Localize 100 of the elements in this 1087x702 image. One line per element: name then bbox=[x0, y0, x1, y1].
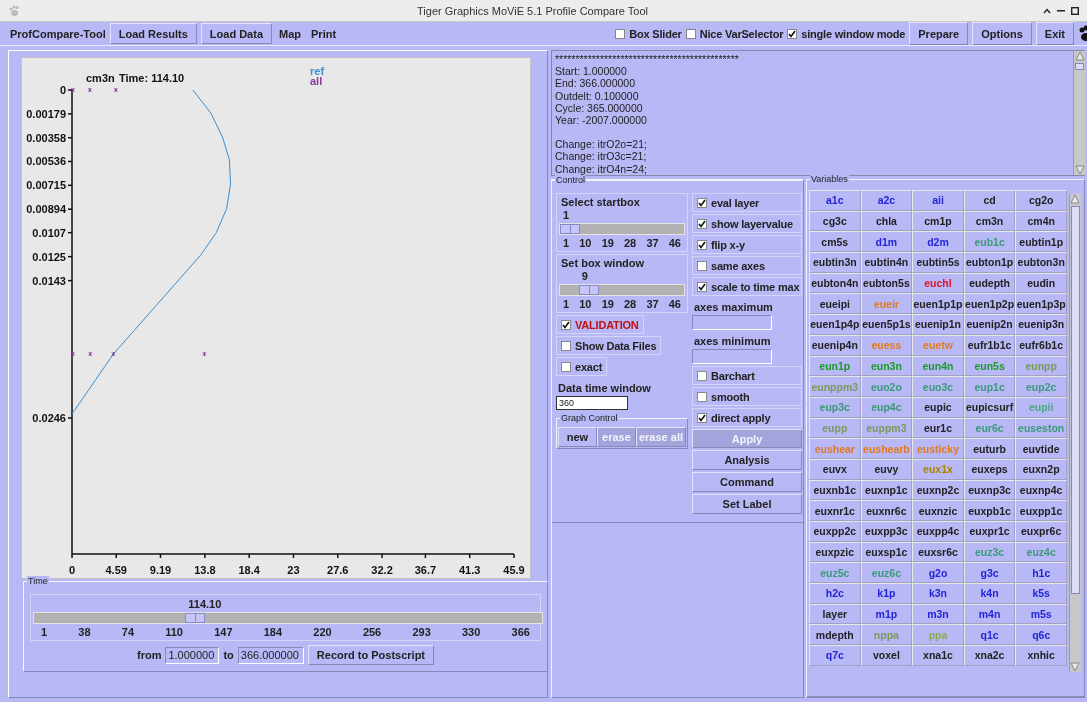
action-button[interactable]: Command bbox=[692, 472, 802, 492]
toolbar-button[interactable]: Options bbox=[972, 22, 1032, 45]
slider-thumb[interactable] bbox=[185, 613, 206, 623]
record-button[interactable]: Record to Postscript bbox=[307, 645, 434, 665]
variable-button[interactable]: eubtin1p bbox=[1015, 231, 1067, 253]
checkbox[interactable]: eval layer bbox=[692, 193, 802, 212]
variable-button[interactable]: cd bbox=[963, 190, 1016, 211]
variable-button[interactable]: euxpzic bbox=[809, 541, 861, 563]
variable-button[interactable]: euen1p2p bbox=[963, 293, 1016, 315]
variable-button[interactable]: mdepth bbox=[809, 624, 861, 646]
time-window-field[interactable]: 360 bbox=[556, 396, 628, 410]
variable-button[interactable]: q6c bbox=[1015, 624, 1067, 646]
minimize-icon[interactable] bbox=[1057, 9, 1065, 12]
variable-button[interactable]: a2c bbox=[860, 190, 913, 211]
variable-button[interactable]: eupic bbox=[912, 396, 964, 418]
checkbox[interactable]: direct apply bbox=[692, 408, 802, 427]
action-button[interactable]: Set Label bbox=[692, 494, 802, 514]
variable-button[interactable]: m3n bbox=[912, 603, 964, 625]
scroll-thumb[interactable] bbox=[1070, 206, 1080, 594]
variable-button[interactable]: euxnzic bbox=[912, 500, 964, 521]
variable-button[interactable]: euxpp3c bbox=[860, 521, 913, 542]
scrollbar[interactable] bbox=[1068, 194, 1081, 672]
slider-thumb[interactable] bbox=[578, 285, 599, 295]
to-field[interactable]: 366.000000 bbox=[237, 646, 304, 664]
toolbar-button[interactable]: Exit bbox=[1035, 22, 1074, 45]
maximize-caret-icon[interactable] bbox=[1043, 7, 1051, 14]
variable-button[interactable]: xna2c bbox=[963, 645, 1016, 666]
slider-track[interactable] bbox=[33, 612, 543, 624]
restore-icon[interactable] bbox=[1071, 6, 1079, 15]
variable-button[interactable]: euxn2p bbox=[1015, 458, 1067, 480]
variable-button[interactable]: euxpr6c bbox=[1015, 521, 1067, 542]
variable-button[interactable]: xna1c bbox=[912, 645, 964, 666]
graph-button[interactable]: new bbox=[558, 427, 597, 447]
variable-button[interactable]: h2c bbox=[809, 583, 861, 604]
checkbox[interactable]: smooth bbox=[692, 387, 802, 406]
checkbox[interactable]: Barchart bbox=[692, 366, 802, 385]
variable-button[interactable]: xnhic bbox=[1015, 645, 1067, 666]
variable-button[interactable]: euenip4n bbox=[809, 334, 861, 356]
variable-button[interactable]: k5s bbox=[1015, 583, 1067, 604]
variable-button[interactable]: euxnr6c bbox=[860, 500, 913, 521]
variable-button[interactable]: euen1p3p bbox=[1015, 293, 1067, 315]
checkbox[interactable]: show layervalue bbox=[692, 214, 802, 233]
variable-button[interactable]: eufr6b1c bbox=[1015, 334, 1067, 356]
variable-button[interactable]: euxpr1c bbox=[963, 521, 1016, 542]
from-field[interactable]: 1.000000 bbox=[165, 646, 220, 664]
checkbox[interactable]: Box Slider bbox=[615, 27, 682, 40]
variable-button[interactable]: cm4n bbox=[1015, 210, 1067, 232]
scroll-down-icon[interactable] bbox=[1074, 165, 1085, 175]
variable-button[interactable]: euxnb1c bbox=[809, 479, 861, 501]
variable-button[interactable]: m5s bbox=[1015, 603, 1067, 625]
variable-button[interactable]: cm5s bbox=[809, 231, 861, 253]
slider-thumb[interactable] bbox=[560, 224, 580, 234]
axes-field[interactable] bbox=[692, 315, 772, 330]
scroll-up-icon[interactable] bbox=[1074, 51, 1085, 61]
checkbox[interactable]: Show Data Files bbox=[556, 336, 662, 355]
checkbox[interactable]: flip x-y bbox=[692, 235, 802, 254]
variable-button[interactable]: euvtide bbox=[1015, 438, 1067, 459]
slider-track[interactable] bbox=[559, 223, 685, 235]
checkbox[interactable]: same axes bbox=[692, 256, 802, 275]
variable-button[interactable]: euxnp4c bbox=[1015, 479, 1067, 501]
variable-button[interactable]: k4n bbox=[963, 583, 1016, 604]
variable-button[interactable]: cg3c bbox=[809, 210, 861, 232]
checkbox[interactable]: Nice VarSelector bbox=[685, 27, 784, 40]
variable-button[interactable]: euturb bbox=[963, 438, 1016, 459]
variable-button[interactable]: euxsr6c bbox=[912, 541, 964, 563]
variable-button[interactable]: k3n bbox=[912, 583, 964, 604]
variable-button[interactable]: aii bbox=[912, 190, 964, 211]
toolbar-button[interactable]: Load Data bbox=[200, 23, 272, 44]
menu-item[interactable]: Print bbox=[308, 27, 340, 40]
variable-button[interactable]: eueipi bbox=[809, 293, 861, 315]
variable-button[interactable]: g2o bbox=[912, 562, 964, 584]
scrollbar[interactable] bbox=[1073, 51, 1085, 175]
checkbox[interactable]: exact bbox=[556, 357, 608, 376]
variable-button[interactable]: euxnp2c bbox=[912, 479, 964, 501]
checkbox[interactable]: scale to time max bbox=[692, 277, 802, 296]
variable-button[interactable]: a1c bbox=[809, 190, 861, 211]
axes-field[interactable] bbox=[692, 349, 772, 364]
slider-track[interactable] bbox=[559, 284, 685, 296]
variable-button[interactable]: euen1p1p bbox=[912, 293, 964, 315]
checkbox[interactable]: single window mode bbox=[787, 27, 906, 40]
variable-button[interactable]: eubton4n bbox=[809, 272, 861, 294]
action-button[interactable]: Analysis bbox=[692, 450, 802, 470]
variable-button[interactable]: euxnr1c bbox=[809, 500, 861, 521]
toolbar-button[interactable]: Prepare bbox=[909, 22, 969, 45]
scroll-thumb[interactable] bbox=[1075, 63, 1084, 70]
scroll-up-icon[interactable] bbox=[1070, 194, 1081, 204]
variable-button[interactable]: cg2o bbox=[1015, 190, 1067, 211]
variable-button[interactable]: d1m bbox=[860, 231, 913, 253]
variable-button[interactable]: eur1c bbox=[912, 417, 964, 439]
variable-button[interactable]: g3c bbox=[963, 562, 1016, 584]
variable-button[interactable]: k1p bbox=[860, 583, 913, 604]
variable-button[interactable]: q7c bbox=[809, 645, 861, 666]
toolbar-button[interactable]: Load Results bbox=[109, 23, 197, 44]
variable-button[interactable]: euxpb1c bbox=[963, 500, 1016, 521]
variable-button[interactable]: cm1p bbox=[912, 210, 964, 232]
variable-button[interactable]: voxel bbox=[860, 645, 913, 666]
scroll-down-icon[interactable] bbox=[1070, 662, 1081, 672]
variable-button[interactable]: d2m bbox=[912, 231, 964, 253]
menu-item[interactable]: Map bbox=[276, 27, 304, 40]
variable-button[interactable]: euvx bbox=[809, 458, 861, 480]
